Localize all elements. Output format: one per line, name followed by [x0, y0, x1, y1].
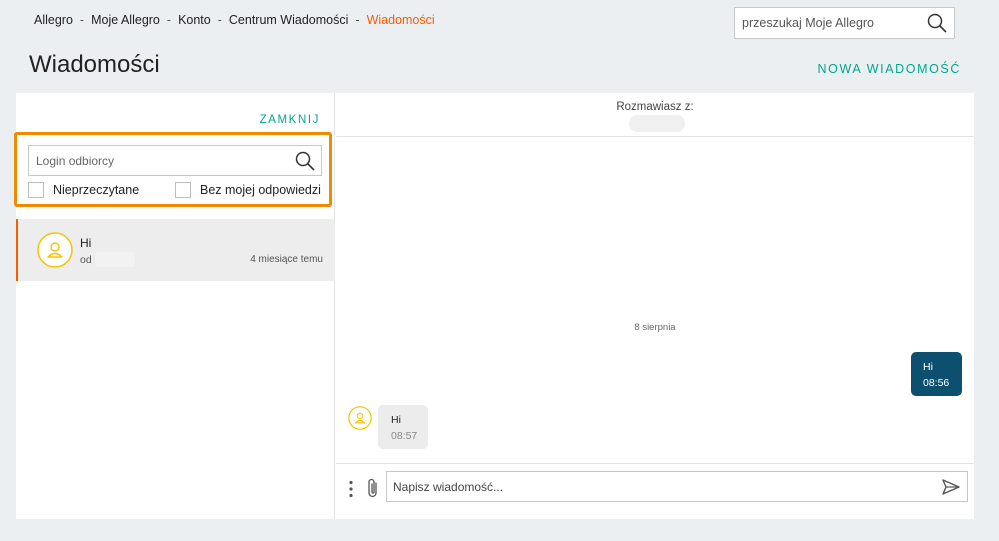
unread-label: Nieprzeczytane	[53, 183, 140, 197]
breadcrumb-current: Wiadomości	[366, 13, 435, 27]
thread-time: 4 miesiące temu	[250, 254, 323, 265]
breadcrumb: Allegro - Moje Allegro - Konto - Centrum…	[34, 13, 435, 27]
close-button[interactable]: ZAMKNIJ	[260, 114, 320, 126]
unread-checkbox[interactable]	[28, 182, 44, 198]
search-icon[interactable]	[295, 151, 315, 171]
message-time: 08:56	[923, 377, 950, 389]
breadcrumb-separator: -	[217, 13, 222, 27]
more-vertical-icon[interactable]	[348, 480, 354, 498]
no-reply-label: Bez mojej odpowiedzi	[200, 183, 321, 197]
date-separator: 8 sierpnia	[634, 322, 676, 333]
message-time: 08:57	[391, 430, 418, 442]
breadcrumb-item-moje-allegro[interactable]: Moje Allegro	[91, 13, 160, 27]
new-message-button[interactable]: NOWA WIADOMOŚĆ	[818, 62, 961, 76]
no-reply-filter[interactable]: Bez mojej odpowiedzi	[175, 182, 321, 198]
breadcrumb-separator: -	[79, 13, 85, 27]
redacted-username	[95, 252, 135, 267]
conversation-view: Rozmawiasz z: 8 sierpnia Hi 08:56 Hi 08:…	[336, 93, 974, 519]
message-composer: Napisz wiadomość...	[336, 463, 974, 519]
talking-with-label: Rozmawiasz z:	[616, 101, 694, 113]
message-input-placeholder: Napisz wiadomość...	[393, 480, 504, 494]
incoming-message: Hi 08:57	[378, 405, 428, 449]
user-avatar-icon	[348, 406, 372, 430]
message-input[interactable]: Napisz wiadomość...	[386, 471, 968, 502]
unread-filter[interactable]: Nieprzeczytane	[28, 182, 139, 198]
send-icon[interactable]	[941, 477, 961, 497]
filter-box: Login odbiorcy Nieprzeczytane Bez mojej …	[14, 132, 332, 207]
breadcrumb-separator: -	[355, 13, 360, 27]
recipient-login-input[interactable]: Login odbiorcy	[28, 145, 322, 176]
message-text: Hi	[923, 361, 933, 373]
breadcrumb-item-centrum-wiadomosci[interactable]: Centrum Wiadomości	[229, 13, 348, 27]
search-icon[interactable]	[927, 13, 947, 33]
conversation-header: Rozmawiasz z:	[336, 93, 974, 137]
messages-panel: ZAMKNIJ Login odbiorcy Nieprzeczytane Be…	[14, 93, 974, 519]
user-avatar-icon	[37, 232, 73, 268]
redacted-username	[629, 115, 685, 132]
thread-subject: Hi	[80, 236, 92, 250]
paperclip-icon[interactable]	[365, 477, 381, 499]
global-search-placeholder: przeszukaj Moje Allegro	[742, 16, 875, 30]
conversation-list-column: ZAMKNIJ Login odbiorcy Nieprzeczytane Be…	[14, 93, 335, 519]
breadcrumb-item-allegro[interactable]: Allegro	[34, 13, 73, 27]
recipient-login-placeholder: Login odbiorcy	[36, 154, 115, 168]
thread-from-label: od	[80, 254, 92, 266]
global-search-input[interactable]: przeszukaj Moje Allegro	[734, 7, 955, 39]
breadcrumb-item-konto[interactable]: Konto	[178, 13, 211, 27]
page-title: Wiadomości	[29, 51, 160, 78]
outgoing-message: Hi 08:56	[911, 352, 962, 396]
list-item[interactable]: Hi od 4 miesiące temu	[16, 219, 335, 281]
breadcrumb-separator: -	[166, 13, 172, 27]
no-reply-checkbox[interactable]	[175, 182, 191, 198]
message-text: Hi	[391, 414, 401, 426]
